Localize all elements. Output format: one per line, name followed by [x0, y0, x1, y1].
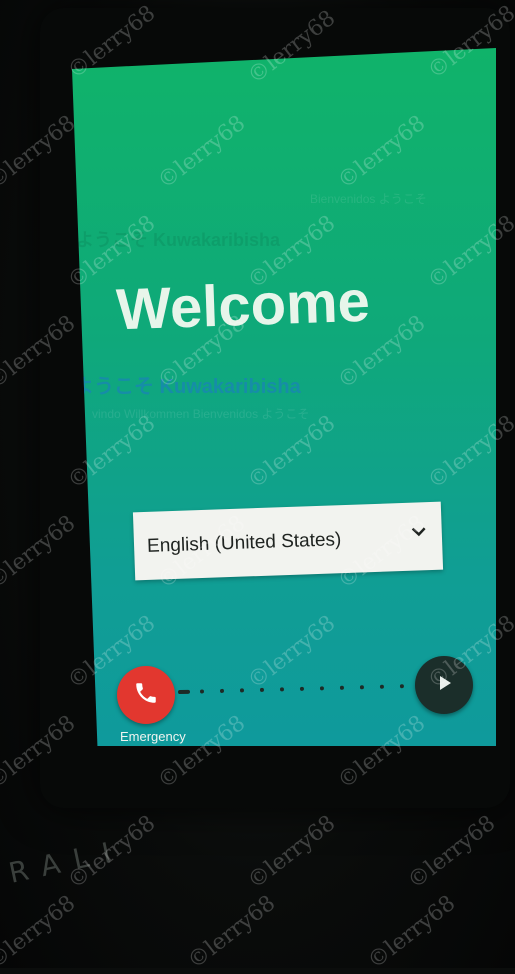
background-welcome-line-1: Bienvenidos ようこそ	[310, 192, 427, 206]
phone-icon	[133, 680, 159, 711]
emergency-label: Emergency	[120, 729, 186, 744]
emergency-call-button[interactable]	[117, 666, 175, 724]
background-welcome-line-3: vindo Willkommen Bienvenidos ようこそ	[92, 407, 310, 421]
